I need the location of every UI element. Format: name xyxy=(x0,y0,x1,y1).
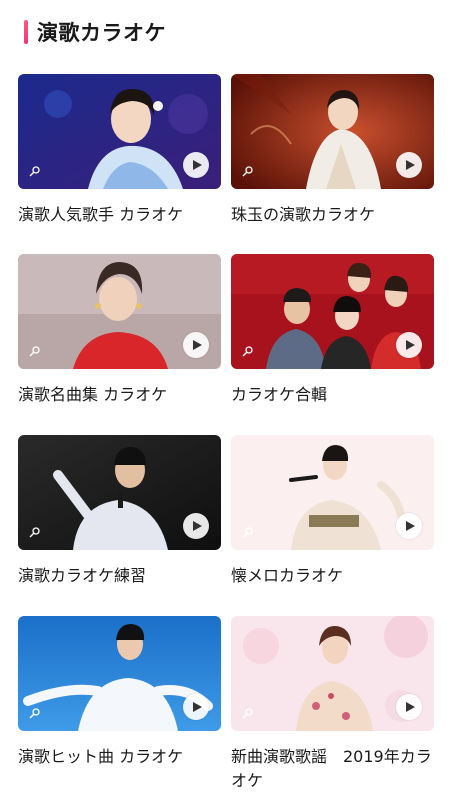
card-title: 演歌名曲集 カラオケ xyxy=(18,385,168,404)
playlist-card[interactable]: 演歌名曲集 カラオケ xyxy=(18,254,221,407)
microphone-icon xyxy=(242,708,253,719)
card-thumbnail[interactable] xyxy=(231,616,434,731)
play-icon xyxy=(406,521,415,531)
microphone-icon xyxy=(29,527,40,538)
playlist-card[interactable]: 演歌ヒット曲 カラオケ xyxy=(18,616,221,769)
play-button[interactable] xyxy=(183,332,209,358)
play-icon xyxy=(406,702,415,712)
microphone-icon xyxy=(242,527,253,538)
card-thumbnail[interactable] xyxy=(18,254,221,369)
microphone-icon xyxy=(29,708,40,719)
header-accent-bar xyxy=(24,20,28,44)
card-title: 演歌カラオケ練習 xyxy=(18,566,147,585)
play-icon xyxy=(193,340,202,350)
card-title: 懐メロカラオケ xyxy=(231,566,344,585)
playlist-card[interactable]: 懐メロカラオケ xyxy=(231,435,434,588)
card-title: 演歌ヒット曲 カラオケ xyxy=(18,747,184,766)
card-thumbnail[interactable] xyxy=(18,616,221,731)
microphone-icon xyxy=(29,166,40,177)
playlist-card[interactable]: カラオケ合輯 xyxy=(231,254,434,407)
microphone-icon xyxy=(242,346,253,357)
playlist-card[interactable]: 演歌カラオケ練習 xyxy=(18,435,221,588)
page-title: 演歌カラオケ xyxy=(37,21,166,45)
card-thumbnail[interactable] xyxy=(231,254,434,369)
play-button[interactable] xyxy=(183,152,209,178)
playlist-card[interactable]: 新曲演歌歌謡 2019年カラオケ xyxy=(231,616,434,793)
card-thumbnail[interactable] xyxy=(231,74,434,189)
play-button[interactable] xyxy=(396,513,422,539)
microphone-icon xyxy=(29,346,40,357)
card-title: カラオケ合輯 xyxy=(231,385,328,404)
play-button[interactable] xyxy=(396,152,422,178)
play-icon xyxy=(193,521,202,531)
playlist-card[interactable]: 珠玉の演歌カラオケ xyxy=(231,74,434,227)
play-button[interactable] xyxy=(396,332,422,358)
card-thumbnail[interactable] xyxy=(18,74,221,189)
card-thumbnail[interactable] xyxy=(18,435,221,550)
play-icon xyxy=(406,340,415,350)
card-title: 演歌人気歌手 カラオケ xyxy=(18,205,184,224)
playlist-card[interactable]: 演歌人気歌手 カラオケ xyxy=(18,74,221,227)
play-button[interactable] xyxy=(396,694,422,720)
card-title: 新曲演歌歌謡 2019年カラオケ xyxy=(231,747,432,790)
play-button[interactable] xyxy=(183,513,209,539)
section-header: 演歌カラオケ xyxy=(24,17,166,47)
play-button[interactable] xyxy=(183,694,209,720)
play-icon xyxy=(193,702,202,712)
card-title: 珠玉の演歌カラオケ xyxy=(231,205,376,224)
microphone-icon xyxy=(242,166,253,177)
play-icon xyxy=(193,160,202,170)
card-thumbnail[interactable] xyxy=(231,435,434,550)
play-icon xyxy=(406,160,415,170)
